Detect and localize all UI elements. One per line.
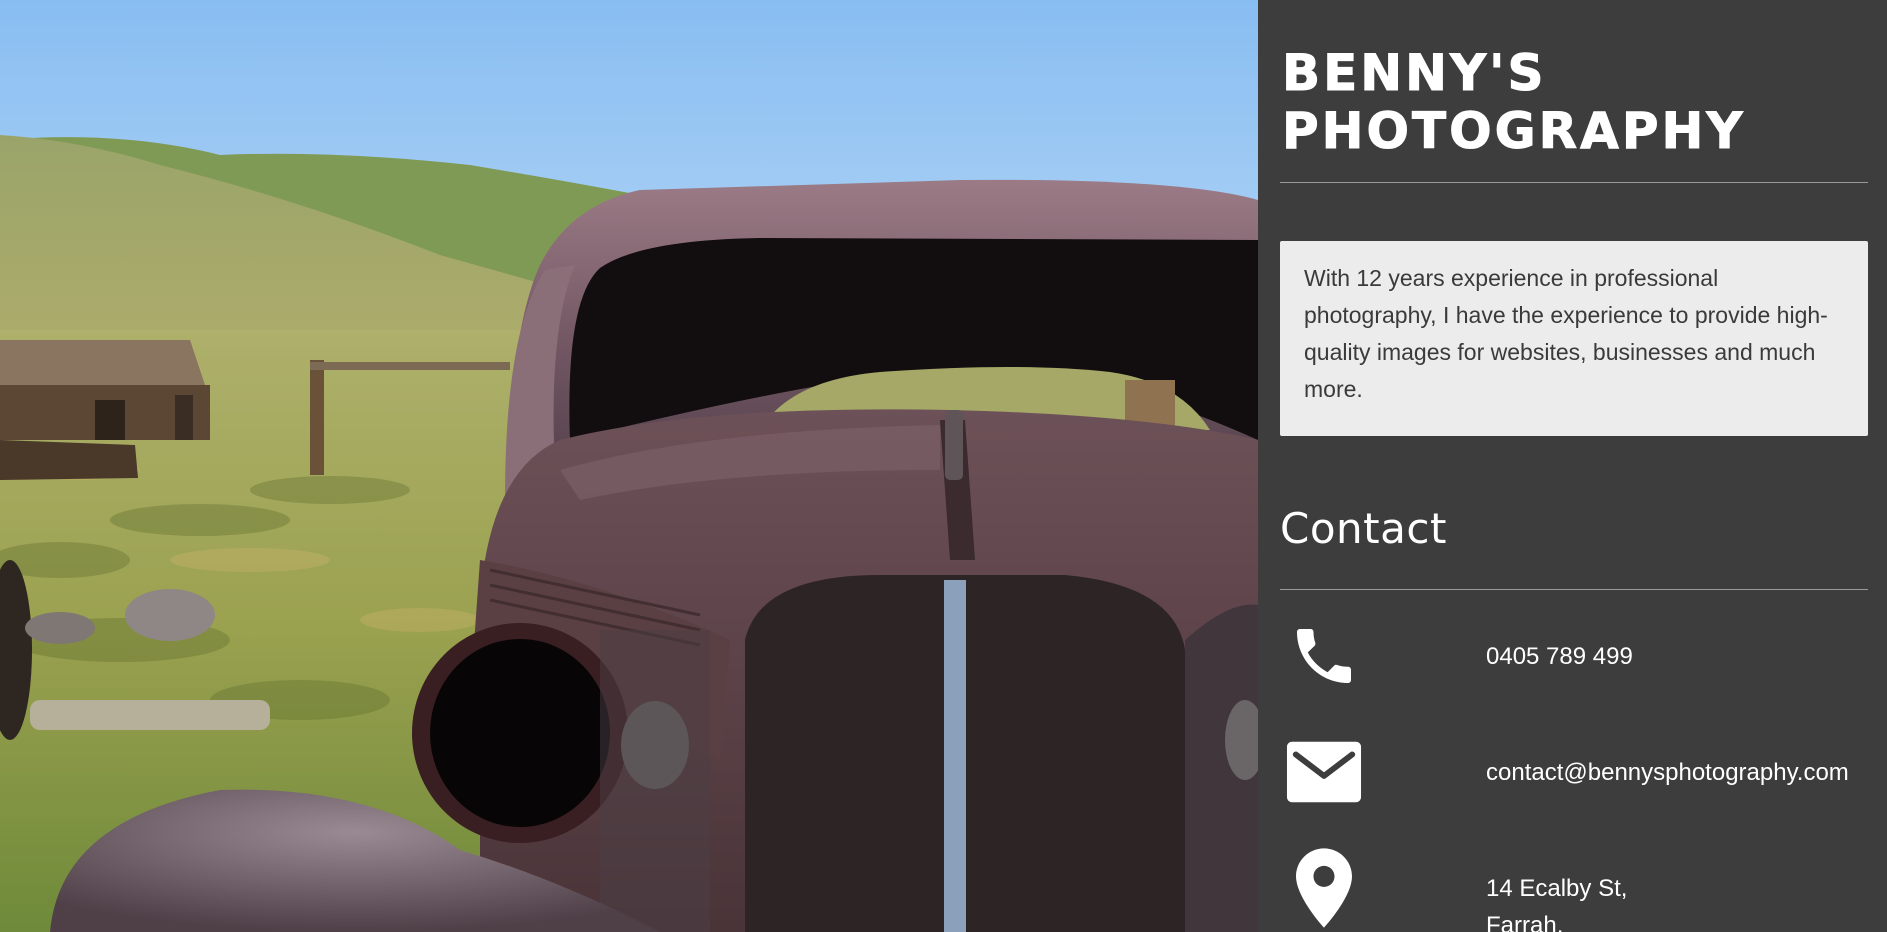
contact-list: 0405 789 499 contact@bennysphotography.c… <box>1280 618 1870 932</box>
contact-row-email: contact@bennysphotography.com <box>1280 734 1870 850</box>
address-text: 14 Ecalby St, Farrah, <box>1486 870 1627 932</box>
contact-heading: Contact <box>1280 504 1447 553</box>
divider <box>1280 182 1868 183</box>
brand-title-line1: BENNY'S <box>1282 44 1547 103</box>
contact-row-phone: 0405 789 499 <box>1280 618 1870 734</box>
contact-row-address: 14 Ecalby St, Farrah, <box>1280 848 1870 932</box>
envelope-icon <box>1286 734 1362 810</box>
hero-photo-rusty-car <box>0 0 1258 932</box>
map-pin-icon <box>1286 848 1362 928</box>
page: BENNY'S PHOTOGRAPHY With 12 years experi… <box>0 0 1887 932</box>
about-panel: With 12 years experience in professional… <box>1280 241 1868 436</box>
email-link[interactable]: contact@bennysphotography.com <box>1486 754 1849 791</box>
phone-icon <box>1286 618 1362 694</box>
phone-number-link[interactable]: 0405 789 499 <box>1486 638 1633 675</box>
brand-title-line2: PHOTOGRAPHY <box>1282 102 1746 161</box>
address-line: Farrah, <box>1486 911 1564 932</box>
divider <box>1280 588 1868 590</box>
address-line: 14 Ecalby St, <box>1486 874 1628 902</box>
info-sidebar: BENNY'S PHOTOGRAPHY With 12 years experi… <box>1258 0 1887 932</box>
about-text: With 12 years experience in professional… <box>1304 265 1828 402</box>
brand-title: BENNY'S PHOTOGRAPHY <box>1282 44 1870 161</box>
